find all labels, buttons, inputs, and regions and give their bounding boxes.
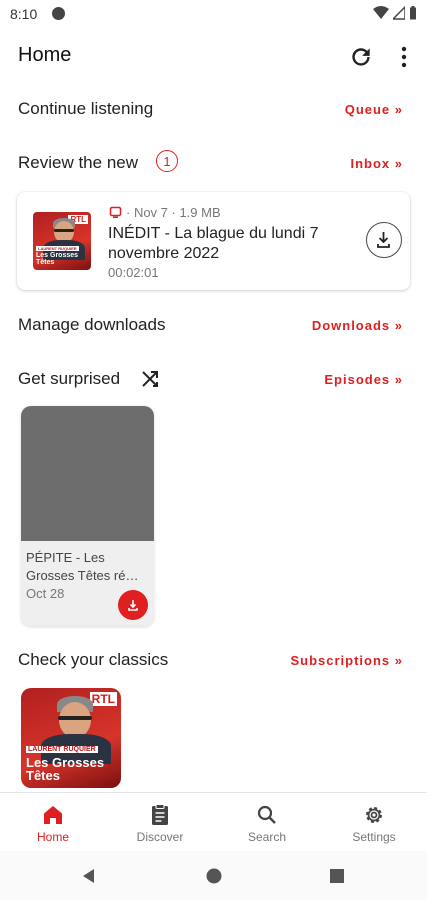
episode-cover-placeholder (21, 406, 154, 541)
app-bar: Home (0, 28, 427, 84)
status-icons (373, 6, 417, 20)
subscriptions-link[interactable]: Subscriptions » (290, 653, 403, 668)
episode-thumbnail[interactable]: RTL LAURENT RUQUIER Les Grosses Têtes (33, 212, 91, 270)
queue-link[interactable]: Queue » (345, 102, 403, 117)
google-g-icon (52, 7, 65, 20)
new-count-badge: 1 (156, 150, 178, 172)
continue-listening-title: Continue listening (18, 99, 154, 118)
discover-icon (152, 804, 168, 825)
nav-discover-label: Discover (136, 830, 184, 844)
nav-settings-label: Settings (352, 830, 396, 844)
signal-icon (393, 6, 405, 20)
battery-icon (410, 6, 416, 20)
classic-podcast-cover[interactable]: RTL LAURENT RUQUIER Les Grosses Têtes (21, 688, 121, 788)
download-icon (128, 600, 138, 611)
system-navigation-bar (0, 851, 427, 900)
refresh-icon[interactable] (348, 44, 374, 70)
status-time: 8:10 (10, 6, 38, 22)
show-name: Les Grosses Têtes (26, 755, 105, 783)
surprise-download-button[interactable] (118, 590, 148, 620)
download-button[interactable] (366, 222, 402, 258)
shuffle-icon[interactable] (140, 369, 160, 389)
nav-search[interactable]: Search (214, 793, 320, 851)
episodes-link[interactable]: Episodes » (324, 372, 403, 387)
nav-settings[interactable]: Settings (321, 793, 427, 851)
show-name: Les Grosses Têtes (36, 252, 79, 266)
review-new-title: Review the new (18, 153, 139, 172)
nav-search-label: Search (247, 830, 287, 844)
feed-icon (109, 206, 122, 218)
surprise-episode-card[interactable]: PÉPITE - Les Grosses Têtes ré… Oct 28 (21, 406, 154, 626)
episode-title: INÉDIT - La blague du lundi 7 novembre 2… (108, 225, 319, 262)
settings-icon (366, 807, 382, 823)
download-icon (377, 232, 390, 248)
episode-duration: 00:02:01 (108, 265, 159, 280)
recents-icon[interactable] (328, 867, 346, 885)
page-title: Home (18, 44, 72, 66)
episode-meta: · Nov 7 · 1.9 MB (109, 205, 221, 220)
status-bar: 8:10 (0, 0, 427, 28)
bottom-navigation: Home Discover Search Settings (0, 792, 427, 851)
home-circle-icon[interactable] (205, 867, 223, 885)
wifi-icon (373, 6, 389, 19)
search-icon (257, 805, 276, 824)
nav-home[interactable]: Home (0, 793, 106, 851)
episode-date-size: · Nov 7 · 1.9 MB (126, 205, 221, 220)
rtl-logo: RTL (89, 692, 117, 706)
downloads-link[interactable]: Downloads » (312, 318, 403, 333)
nav-home-label: Home (36, 830, 69, 844)
nav-discover[interactable]: Discover (107, 793, 213, 851)
check-classics-title: Check your classics (18, 650, 169, 669)
get-surprised-title: Get surprised (18, 369, 121, 388)
inbox-link[interactable]: Inbox » (350, 156, 403, 171)
surprise-episode-date: Oct 28 (26, 586, 65, 601)
surprise-episode-title: PÉPITE - Les Grosses Têtes ré… (26, 550, 139, 583)
host-banner: LAURENT RUQUIER (36, 246, 79, 251)
back-icon[interactable] (80, 867, 98, 885)
host-banner: LAURENT RUQUIER (26, 746, 98, 753)
home-icon (44, 806, 62, 824)
more-vert-icon[interactable] (394, 44, 414, 70)
manage-downloads-title: Manage downloads (18, 315, 166, 334)
